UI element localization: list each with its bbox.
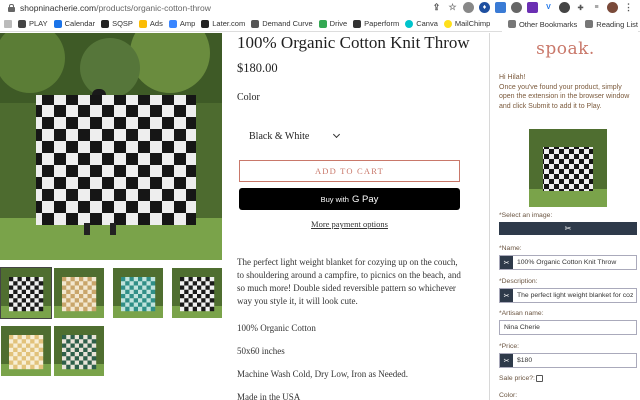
greeting-name: Hi Hilah! <box>499 74 526 81</box>
address-bar[interactable]: shopninacherie.com/products/organic-cott… <box>0 0 640 16</box>
bookmark-icon <box>18 19 26 28</box>
price-input[interactable] <box>513 354 633 367</box>
extension-icon[interactable] <box>511 2 522 13</box>
bookmark-calendar[interactable]: Calendar <box>53 19 95 28</box>
origin-text: Made in the USA <box>237 392 301 400</box>
artisan-input[interactable] <box>499 320 637 335</box>
thumbnail-black-white[interactable] <box>0 267 52 319</box>
description-text: The perfect light weight blanket for coz… <box>237 257 461 306</box>
extension-icon[interactable]: ♦ <box>479 2 490 13</box>
thumbnail-tan-cream[interactable] <box>54 268 104 318</box>
name-label: *Name: <box>499 245 522 252</box>
description-field: ✂ <box>499 288 637 303</box>
bookmark-icon <box>53 19 62 28</box>
bookmark-play[interactable]: PLAY <box>18 19 48 28</box>
bookmark-icon <box>318 19 327 28</box>
scissors-icon[interactable]: ✂ <box>500 289 513 302</box>
bookmark-icon <box>101 19 110 28</box>
bookmark-amp[interactable]: Amp <box>168 19 195 28</box>
avatar[interactable] <box>607 2 618 13</box>
extension-icon[interactable] <box>463 2 474 13</box>
extension-toolbar: ⇪ ☆ ♦ V ✚ ≡ ⋮ <box>431 2 634 13</box>
scissors-icon: ✂ <box>564 224 572 233</box>
google-pay-button[interactable]: Buy with G Pay <box>239 188 460 210</box>
chevron-down-icon <box>332 130 341 139</box>
product-details: 100% Organic Cotton Knit Throw $180.00 C… <box>237 33 485 400</box>
price-field: ✂ <box>499 353 637 368</box>
extension-icon[interactable] <box>495 2 506 13</box>
bookmark-icon <box>443 19 452 28</box>
other-bookmarks[interactable]: Other Bookmarks <box>507 20 577 29</box>
product-title: 100% Organic Cotton Knit Throw <box>237 33 470 52</box>
puzzle-icon[interactable]: ✚ <box>575 2 586 13</box>
bookmark-ads[interactable]: Ads <box>138 19 163 28</box>
reading-list[interactable]: Reading List <box>585 20 638 29</box>
url-host: shopninacherie.com <box>20 3 97 13</box>
gpay-prefix: Buy with <box>320 194 349 204</box>
apps-icon[interactable] <box>4 19 12 28</box>
care-text: Machine Wash Cold, Dry Low, Iron as Need… <box>237 369 408 379</box>
thumbnail-teal[interactable] <box>113 268 163 318</box>
folder-icon <box>507 20 516 28</box>
extension-icon[interactable] <box>527 2 538 13</box>
reading-list-icon <box>585 20 594 28</box>
color-field-label: Color: <box>499 392 518 399</box>
material-text: 100% Organic Cotton <box>237 323 316 333</box>
color-select-value: Black & White <box>249 130 310 142</box>
url-path: /products/organic-cotton-throw <box>96 3 211 13</box>
thumbnail-yellow-cream[interactable] <box>1 326 51 376</box>
bookmarks-right: Other Bookmarks Reading List <box>501 16 638 32</box>
main-product-photo[interactable] <box>0 33 222 260</box>
more-icon[interactable]: ⋮ <box>623 2 634 13</box>
more-payment-options-link[interactable]: More payment options <box>237 219 462 229</box>
bookmark-canva[interactable]: Canva <box>405 19 438 28</box>
scissors-icon[interactable]: ✂ <box>500 256 513 269</box>
extension-icon[interactable]: V <box>543 2 554 13</box>
bookmark-demand-curve[interactable]: Demand Curve <box>251 19 313 28</box>
name-input[interactable] <box>513 256 633 269</box>
selected-image-preview <box>529 129 607 207</box>
color-select[interactable]: Black & White <box>239 124 349 148</box>
greeting: Hi Hilah! Once you've found your product… <box>499 73 639 111</box>
select-image-button[interactable]: ✂ <box>499 222 637 235</box>
thumbnail-black-white-2[interactable] <box>172 268 222 318</box>
scissors-icon[interactable]: ✂ <box>500 354 513 367</box>
spoak-logo: spoak. <box>536 39 595 59</box>
bookmark-icon <box>251 19 260 28</box>
name-field: ✂ <box>499 255 637 270</box>
sale-price-label: Sale price?: <box>499 375 535 382</box>
color-label: Color <box>237 92 260 103</box>
bookmark-drive[interactable]: Drive <box>318 19 347 28</box>
add-to-cart-button[interactable]: ADD TO CART <box>239 160 460 182</box>
bookmark-icon <box>405 19 414 28</box>
bookmark-icon <box>168 19 177 28</box>
product-description: The perfect light weight blanket for coz… <box>237 256 465 400</box>
url-text[interactable]: shopninacherie.com/products/organic-cott… <box>20 3 211 13</box>
bookmark-mailchimp[interactable]: MailChimp <box>443 19 490 28</box>
bookmark-icon <box>138 19 147 28</box>
bookmark-icon <box>353 19 362 28</box>
size-text: 50x60 inches <box>237 346 285 356</box>
bookmark-sqsp[interactable]: SQSP <box>101 19 133 28</box>
artisan-label: *Artisan name: <box>499 310 544 317</box>
lock-icon <box>8 4 15 12</box>
star-icon[interactable]: ☆ <box>447 2 458 13</box>
menu-icon[interactable]: ≡ <box>591 2 602 13</box>
bookmark-icon <box>201 19 210 28</box>
product-price: $180.00 <box>237 61 278 75</box>
spoak-extension-panel: spoak. Hi Hilah! Once you've found your … <box>489 33 640 400</box>
description-input[interactable] <box>513 289 633 302</box>
share-icon[interactable]: ⇪ <box>431 2 442 13</box>
bookmark-paperform[interactable]: Paperform <box>353 19 399 28</box>
sale-price-checkbox[interactable] <box>536 375 543 382</box>
gpay-logo: G Pay <box>351 193 379 205</box>
thumbnail-folded-stack[interactable] <box>54 326 104 376</box>
greeting-instructions: Once you've found your product, simply o… <box>499 83 630 110</box>
price-label: *Price: <box>499 343 520 350</box>
product-gallery <box>0 33 225 400</box>
extension-icon[interactable] <box>559 2 570 13</box>
select-image-label: *Select an image: <box>499 212 553 219</box>
bookmark-later[interactable]: Later.com <box>201 19 245 28</box>
description-label: *Description: <box>499 278 538 285</box>
